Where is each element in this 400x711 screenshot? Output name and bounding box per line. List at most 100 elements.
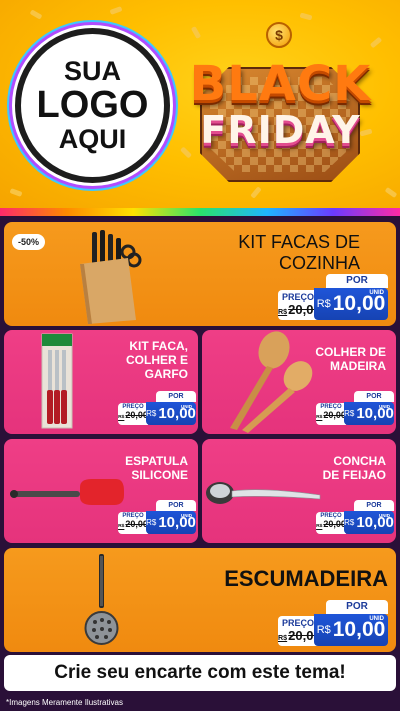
old-price: R$20,00 xyxy=(118,410,148,420)
new-price-box: UNID R$ 10,00 xyxy=(314,288,388,320)
old-price: R$20,00 xyxy=(118,519,148,529)
knife-block-icon xyxy=(80,230,142,324)
old-price: R$20,00 xyxy=(316,410,346,420)
header-banner: SUA LOGO AQUI $ BLACK FRIDAY xyxy=(0,0,400,212)
title-line: SILICONE xyxy=(131,467,188,482)
discount-badge: -50% xyxy=(12,234,46,250)
old-currency: R$ xyxy=(278,634,288,642)
confetti xyxy=(29,9,43,20)
old-price-box: PREÇO R$20,00 xyxy=(316,512,346,534)
logo-placeholder[interactable]: SUA LOGO AQUI xyxy=(15,28,170,183)
disclaimer-text: *Imagens Meramente Ilustrativas xyxy=(6,698,123,707)
title-line: ESPATULA xyxy=(125,454,188,468)
price-tag: POR PREÇO R$20,00 UNID R$ 10,00 xyxy=(118,500,196,534)
product-title: ESPATULA SILICONE xyxy=(125,454,188,483)
title-line: ESCUMADEIRA xyxy=(224,566,388,591)
old-currency: R$ xyxy=(278,308,288,316)
black-friday-badge: $ BLACK FRIDAY xyxy=(178,22,383,192)
por-label: POR xyxy=(354,391,394,402)
logo-text-line-1: SUA xyxy=(63,56,121,87)
wooden-spoons-icon xyxy=(230,331,313,433)
cta-button[interactable]: Crie seu encarte com este tema! xyxy=(4,655,396,691)
title-line: CONCHA xyxy=(333,454,386,468)
price-tag: POR PREÇO R$20,00 UNID R$ 10,00 xyxy=(316,391,394,425)
confetti xyxy=(384,187,398,198)
unit-label: UNID xyxy=(181,404,192,409)
skimmer-icon xyxy=(84,554,119,645)
unit-label: UNID xyxy=(379,404,390,409)
old-currency: R$ xyxy=(316,524,323,529)
unit-label: UNID xyxy=(181,513,192,518)
product-card-espatula-silicone[interactable]: ESPATULA SILICONE POR PREÇO R$20,00 UNID… xyxy=(4,439,198,543)
product-title: CONCHA DE FEIJAO xyxy=(322,454,386,483)
logo-text-line-3: AQUI xyxy=(58,124,127,155)
por-label: POR xyxy=(354,500,394,511)
confetti xyxy=(9,188,23,197)
por-label: POR xyxy=(326,274,388,288)
price-tag: POR PREÇO R$20,00 UNID R$ 10,00 xyxy=(278,274,388,320)
unit-label: UNID xyxy=(369,616,384,622)
cutlery-pack-icon xyxy=(41,333,73,429)
product-card-escumadeira[interactable]: ESCUMADEIRA POR PREÇO R$20,00 UNID R$ 10… xyxy=(4,548,396,652)
product-card-kit-facas[interactable]: -50% KIT FACAS DE COZINHA POR PREÇO R$20… xyxy=(4,222,396,326)
old-price: R$20,00 xyxy=(278,302,321,317)
title-line: COLHER DE xyxy=(315,345,386,359)
badge-word-black: BLACK xyxy=(189,56,372,112)
new-price-box: UNID R$ 10,00 xyxy=(344,511,394,534)
product-card-colher-madeira[interactable]: COLHER DE MADEIRA POR PREÇO R$20,00 UNID… xyxy=(202,330,396,434)
old-currency: R$ xyxy=(118,415,125,420)
title-line: MADEIRA xyxy=(330,358,386,373)
confetti xyxy=(299,12,313,21)
preco-label: PREÇO xyxy=(281,618,314,628)
old-price: R$20,00 xyxy=(316,519,346,529)
new-price-box: UNID R$ 10,00 xyxy=(344,402,394,425)
old-price-value: 20,00 xyxy=(125,410,148,420)
old-price-box: PREÇO R$20,00 xyxy=(278,616,321,646)
new-price-box: UNID R$ 10,00 xyxy=(314,614,388,646)
new-price-box: UNID R$ 10,00 xyxy=(146,402,196,425)
currency: R$ xyxy=(344,518,355,527)
currency: R$ xyxy=(146,518,157,527)
por-label: POR xyxy=(156,391,196,402)
unit-label: UNID xyxy=(369,290,384,296)
product-card-kit-faca-colher-garfo[interactable]: KIT FACA, COLHER E GARFO POR PREÇO R$20,… xyxy=(4,330,198,434)
old-price-value: 20,00 xyxy=(125,519,148,529)
old-price: R$20,00 xyxy=(278,628,321,643)
old-price-box: PREÇO R$20,00 xyxy=(118,512,148,534)
unit-label: UNID xyxy=(379,513,390,518)
price-tag: POR PREÇO R$20,00 UNID R$ 10,00 xyxy=(278,600,388,646)
por-label: POR xyxy=(156,500,196,511)
spatula-icon xyxy=(10,479,124,505)
old-price-value: 20,00 xyxy=(323,519,346,529)
dollar-coin-icon: $ xyxy=(266,22,292,48)
product-title: ESCUMADEIRA xyxy=(224,566,388,591)
old-currency: R$ xyxy=(118,524,125,529)
new-price-box: UNID R$ 10,00 xyxy=(146,511,196,534)
title-line: COZINHA xyxy=(279,252,360,273)
title-line: GARFO xyxy=(144,366,188,381)
currency: R$ xyxy=(146,409,157,418)
old-currency: R$ xyxy=(316,415,323,420)
title-line: DE FEIJAO xyxy=(322,467,386,482)
product-title: KIT FACA, COLHER E GARFO xyxy=(125,339,188,381)
price-tag: POR PREÇO R$20,00 UNID R$ 10,00 xyxy=(316,500,394,534)
por-label: POR xyxy=(326,600,388,614)
product-title: COLHER DE MADEIRA xyxy=(315,345,386,374)
confetti xyxy=(109,6,123,15)
product-card-concha-feijao[interactable]: CONCHA DE FEIJAO POR PREÇO R$20,00 UNID … xyxy=(202,439,396,543)
logo-text-line-2: LOGO xyxy=(36,83,149,126)
old-price-box: PREÇO R$20,00 xyxy=(118,403,148,425)
title-line: KIT FACAS DE xyxy=(238,232,360,252)
currency: R$ xyxy=(344,409,355,418)
badge-word-friday: FRIDAY xyxy=(200,108,361,152)
title-line: KIT FACA, xyxy=(129,339,188,353)
title-line: COLHER E xyxy=(125,352,188,367)
price-tag: POR PREÇO R$20,00 UNID R$ 10,00 xyxy=(118,391,196,425)
currency: R$ xyxy=(316,624,331,636)
product-title: KIT FACAS DE COZINHA xyxy=(238,232,360,273)
old-price-box: PREÇO R$20,00 xyxy=(316,403,346,425)
preco-label: PREÇO xyxy=(281,292,314,302)
rainbow-divider xyxy=(0,208,400,216)
old-price-box: PREÇO R$20,00 xyxy=(278,290,321,320)
currency: R$ xyxy=(316,298,331,310)
